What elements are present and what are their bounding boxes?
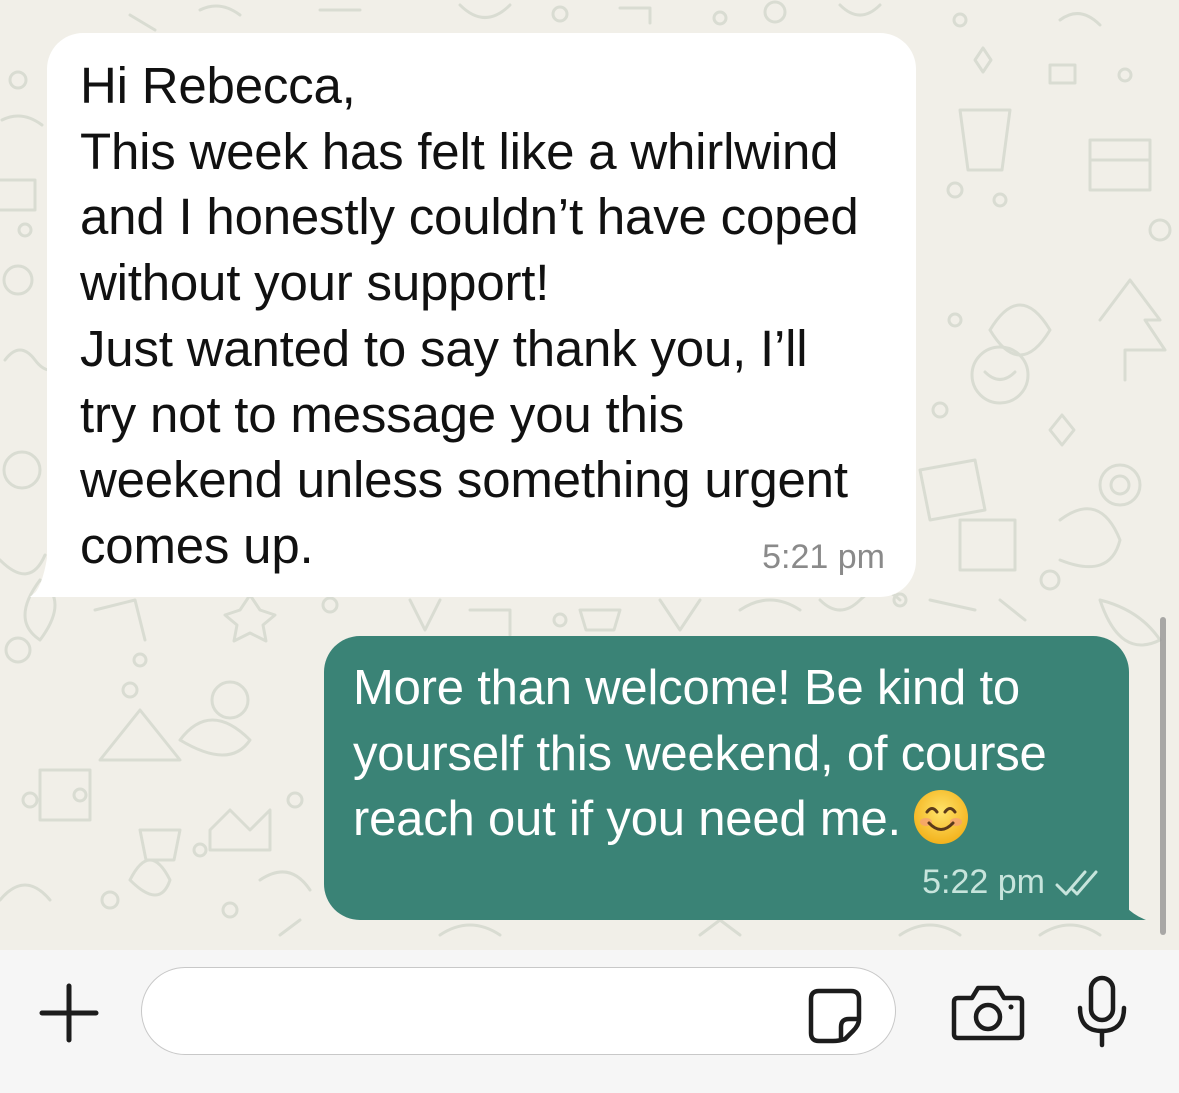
smiling-face-icon	[913, 790, 968, 844]
camera-icon[interactable]	[950, 982, 1026, 1042]
double-check-icon	[1055, 870, 1098, 895]
scrollbar[interactable]	[1160, 617, 1166, 935]
message-input[interactable]	[141, 967, 896, 1055]
incoming-message-bubble[interactable]: Hi Rebecca, This week has felt like a wh…	[47, 33, 916, 597]
message-list[interactable]: Hi Rebecca, This week has felt like a wh…	[0, 0, 1179, 950]
outgoing-message-bubble[interactable]: More than welcome! Be kind to yourself t…	[324, 636, 1129, 920]
sticker-icon[interactable]	[805, 985, 865, 1045]
outgoing-message-time: 5:22 pm	[922, 863, 1045, 901]
microphone-icon[interactable]	[1072, 975, 1132, 1050]
plus-icon[interactable]	[36, 980, 102, 1046]
incoming-message-text: Hi Rebecca, This week has felt like a wh…	[80, 57, 859, 574]
incoming-message-time: 5:21 pm	[762, 538, 885, 576]
